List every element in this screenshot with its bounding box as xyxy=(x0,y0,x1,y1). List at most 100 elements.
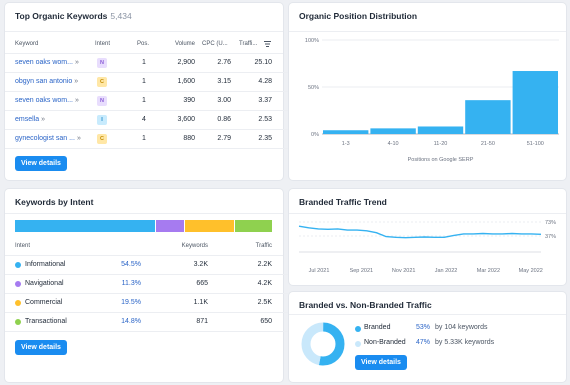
position-cell: 1 xyxy=(142,78,146,85)
y-tick-label: 73% xyxy=(545,220,556,226)
view-details-button[interactable]: View details xyxy=(355,355,407,370)
keywords-value[interactable]: 665 xyxy=(165,280,208,287)
volume-cell: 880 xyxy=(183,135,195,142)
legend-row: Branded 53% by 104 keywords xyxy=(289,324,566,336)
bar[interactable] xyxy=(465,100,511,134)
x-tick-label: 11-20 xyxy=(434,141,448,147)
intent-bar-segment[interactable] xyxy=(15,220,155,232)
sort-icon[interactable] xyxy=(264,41,271,47)
card-title: Branded vs. Non-Branded Traffic xyxy=(299,300,432,310)
table-row: seven oaks wom...» N 1 2,900 2.76 25.10 xyxy=(5,54,288,73)
col-traffic[interactable]: Traffi... xyxy=(239,41,257,51)
position-distribution-chart: 0% 50% 100% 1-3 4-10 11-20 21-50 51-100 Position… xyxy=(305,38,559,163)
intent-percent: 11.3% xyxy=(121,280,141,287)
table-row: obgyn san antonio» C 1 1,600 3.15 4.28 xyxy=(5,73,288,92)
traffic-cell: 3.37 xyxy=(258,97,272,104)
legend-description: by 104 keywords xyxy=(435,324,488,331)
row-divider xyxy=(5,331,288,332)
serp-chevrons-icon[interactable]: » xyxy=(41,116,45,123)
title-text: Top Organic Keywords xyxy=(15,11,108,21)
keyword-link[interactable]: emsella xyxy=(15,116,39,123)
legend-color-dot xyxy=(355,341,361,347)
traffic-cell: 25.10 xyxy=(254,59,272,66)
col-intent: Intent xyxy=(15,243,31,249)
col-keyword[interactable]: Keyword xyxy=(15,41,38,51)
card-title: Top Organic Keywords 5,434 xyxy=(15,11,132,21)
x-tick-label: Jan 2022 xyxy=(435,268,458,274)
keyword-cell: emsella» xyxy=(15,116,45,123)
x-tick-label: 1-3 xyxy=(342,141,350,147)
x-tick-label: Sep 2021 xyxy=(350,268,374,274)
serp-chevrons-icon[interactable]: » xyxy=(75,59,79,66)
keyword-link[interactable]: gynecologist san ... xyxy=(15,135,75,142)
table-row: Navigational 11.3% 665 4.2K xyxy=(5,275,288,294)
intent-badge: N xyxy=(97,96,107,106)
intent-badge: I xyxy=(97,115,107,125)
cpc-cell: 2.79 xyxy=(217,135,231,142)
legend-description: by 5.33K keywords xyxy=(435,339,495,346)
keywords-value[interactable]: 3.2K xyxy=(165,261,208,268)
col-traffic: Traffic xyxy=(255,243,272,249)
keyword-link[interactable]: seven oaks wom... xyxy=(15,59,73,66)
intent-bar-segment[interactable] xyxy=(184,220,234,232)
bar[interactable] xyxy=(323,130,369,134)
keyword-cell: gynecologist san ...» xyxy=(15,135,81,142)
x-tick-label: Mar 2022 xyxy=(477,268,500,274)
legend-percent: 47% xyxy=(415,339,430,346)
keyword-cell: seven oaks wom...» xyxy=(15,97,79,104)
traffic-cell: 4.28 xyxy=(258,78,272,85)
keyword-link[interactable]: obgyn san antonio xyxy=(15,78,72,85)
view-details-button[interactable]: View details xyxy=(15,156,67,171)
volume-cell: 390 xyxy=(183,97,195,104)
col-volume[interactable]: Volume xyxy=(155,41,195,51)
serp-chevrons-icon[interactable]: » xyxy=(77,135,81,142)
col-keywords: Keywords xyxy=(181,243,208,249)
x-tick-label: 21-50 xyxy=(481,141,495,147)
branded-traffic-trend-card: Branded Traffic Trend 73% 37% Jul 2021 Sep … xyxy=(289,189,566,285)
view-details-button[interactable]: View details xyxy=(15,340,67,355)
bar[interactable] xyxy=(370,128,416,134)
branded-vs-nonbranded-card: Branded vs. Non-Branded Traffic Branded 5… xyxy=(289,292,566,382)
col-position[interactable]: Pos. xyxy=(137,41,149,51)
legend-row: Non-Branded 47% by 5.33K keywords xyxy=(289,339,566,351)
intent-color-dot xyxy=(15,262,21,268)
intent-name: Transactional xyxy=(25,318,67,325)
bar[interactable] xyxy=(417,126,464,134)
x-tick-label: 4-10 xyxy=(388,141,399,147)
keyword-link[interactable]: seven oaks wom... xyxy=(15,97,73,104)
serp-chevrons-icon[interactable]: » xyxy=(74,78,78,85)
intent-percent: 19.5% xyxy=(121,299,141,306)
intent-badge: C xyxy=(97,134,107,144)
keywords-value[interactable]: 1.1K xyxy=(165,299,208,306)
serp-chevrons-icon[interactable]: » xyxy=(75,97,79,104)
traffic-value: 2.5K xyxy=(257,299,272,306)
keyword-cell: seven oaks wom...» xyxy=(15,59,79,66)
col-cpc[interactable]: CPC (U... xyxy=(202,41,228,51)
cpc-cell: 0.86 xyxy=(217,116,231,123)
intent-percent: 14.8% xyxy=(121,318,141,325)
intent-name: Commercial xyxy=(25,299,63,306)
divider xyxy=(5,213,283,214)
y-tick-label: 50% xyxy=(308,85,319,91)
legend-label: Branded xyxy=(364,324,391,331)
traffic-value: 2.2K xyxy=(257,261,272,268)
position-cell: 1 xyxy=(142,135,146,142)
intent-bar-segment[interactable] xyxy=(155,220,184,232)
intent-name: Informational xyxy=(25,261,66,268)
intent-color-dot xyxy=(15,300,21,306)
volume-cell: 1,600 xyxy=(177,78,195,85)
volume-cell: 2,900 xyxy=(177,59,195,66)
table-row: seven oaks wom...» N 1 390 3.00 3.37 xyxy=(5,92,288,111)
legend-color-dot xyxy=(355,326,361,332)
traffic-value: 650 xyxy=(260,318,272,325)
intent-bar-segment[interactable] xyxy=(234,220,272,232)
col-intent[interactable]: Intent xyxy=(95,41,110,51)
x-axis-label: Positions on Google SERP xyxy=(408,157,474,163)
keywords-value[interactable]: 871 xyxy=(165,318,208,325)
table-row: gynecologist san ...» C 1 880 2.79 2.35 xyxy=(5,130,288,149)
bar[interactable] xyxy=(512,71,558,134)
intent-badge: N xyxy=(97,58,107,68)
intent-color-dot xyxy=(15,281,21,287)
x-tick-label: Nov 2021 xyxy=(392,268,416,274)
row-divider xyxy=(5,148,288,149)
